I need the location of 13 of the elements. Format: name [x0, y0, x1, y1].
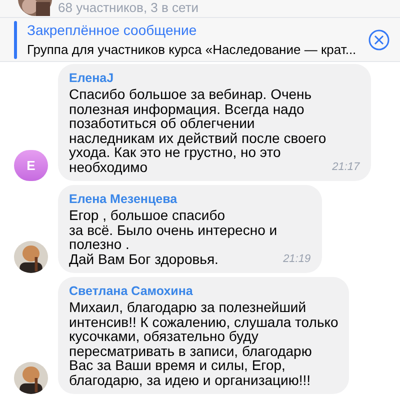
pinned-text[interactable]: Группа для участников курса «Наследование — крат... — [27, 40, 358, 58]
author-name[interactable]: Светлана Самохина — [69, 283, 193, 300]
message-text: Егор , большое спасибо за всё. Было очень интересно и полезно . Дай Вам Бог здоровья. — [69, 208, 278, 266]
author-name[interactable]: ЕленаJ — [69, 70, 114, 87]
message-time: 21:17 — [332, 161, 360, 174]
message-text: Спасибо большое за вебинар. Очень полезная информация. Всегда надо позаботиться об облегчении наследникам их действий после своего ухода. Как это не грустно, но это необходимо — [69, 87, 326, 174]
close-icon[interactable] — [368, 28, 390, 50]
avatar[interactable]: E — [14, 150, 48, 181]
pinned-title: Закреплённое сообщение — [27, 20, 198, 40]
message-time: 21:19 — [283, 253, 311, 266]
member-count: 68 участников, 3 в сети — [58, 0, 199, 16]
message-text: Михаил, благодарю за полезнейший интенсив!! К сожалению, слушала только кусочками, обязательно буду пересматривать в записи, благодарю Вас за Ваши время и силы, Егор, благодарю, за идею и организацию!!! — [69, 300, 338, 387]
author-name[interactable]: Елена Мезенцева — [69, 191, 178, 208]
